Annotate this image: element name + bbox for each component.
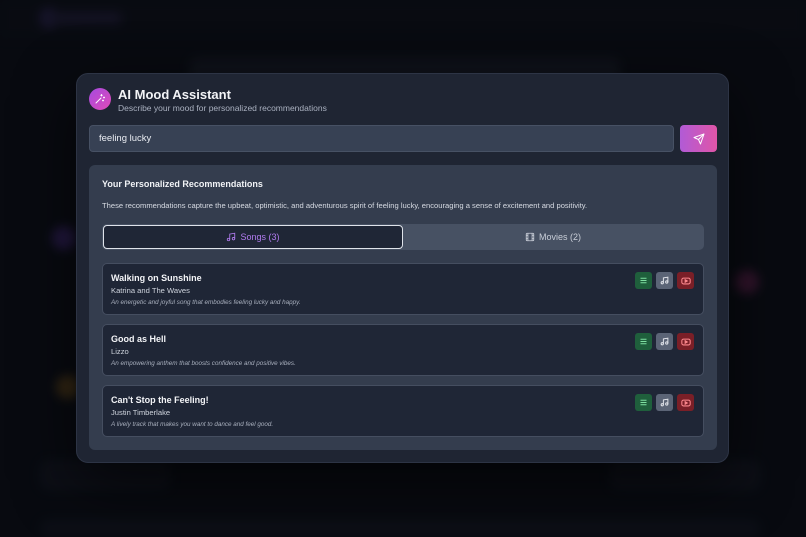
- modal-subtitle: Describe your mood for personalized reco…: [118, 103, 327, 113]
- list-icon: [640, 399, 647, 406]
- song-description: An energetic and joyful song that embodi…: [111, 299, 301, 306]
- recommendations-panel: Your Personalized Recommendations These …: [89, 165, 717, 450]
- tab-movies[interactable]: Movies (2): [403, 225, 703, 249]
- play-music-button[interactable]: [656, 394, 673, 411]
- play-music-button[interactable]: [656, 272, 673, 289]
- music-note-icon: [660, 398, 669, 407]
- watch-video-button[interactable]: [677, 272, 694, 289]
- song-description: A lively track that makes you want to da…: [111, 421, 274, 428]
- add-to-list-button[interactable]: [635, 333, 652, 350]
- song-title: Good as Hell: [111, 334, 167, 344]
- film-icon: [525, 232, 535, 242]
- song-artist: Lizzo: [111, 347, 129, 356]
- youtube-icon: [680, 338, 691, 345]
- modal-title: AI Mood Assistant: [118, 87, 231, 102]
- song-title: Can't Stop the Feeling!: [111, 395, 209, 405]
- youtube-icon: [680, 399, 691, 406]
- tab-movies-label: Movies (2): [538, 232, 581, 242]
- list-icon: [640, 277, 647, 284]
- add-to-list-button[interactable]: [635, 394, 652, 411]
- send-button[interactable]: [680, 125, 717, 152]
- mood-input[interactable]: [89, 125, 674, 152]
- song-title: Walking on Sunshine: [111, 273, 202, 283]
- song-card[interactable]: Walking on Sunshine Katrina and The Wave…: [102, 263, 704, 315]
- youtube-icon: [680, 277, 691, 284]
- recommendations-description: These recommendations capture the upbeat…: [102, 201, 588, 210]
- song-card[interactable]: Good as Hell Lizzo An empowering anthem …: [102, 324, 704, 376]
- watch-video-button[interactable]: [677, 394, 694, 411]
- song-card[interactable]: Can't Stop the Feeling! Justin Timberlak…: [102, 385, 704, 437]
- song-artist: Katrina and The Waves: [111, 286, 190, 295]
- magic-wand-icon: [89, 88, 111, 110]
- watch-video-button[interactable]: [677, 333, 694, 350]
- song-artist: Justin Timberlake: [111, 408, 171, 417]
- song-description: An empowering anthem that boosts confide…: [111, 360, 296, 367]
- play-music-button[interactable]: [656, 333, 673, 350]
- music-note-icon: [227, 232, 236, 242]
- music-note-icon: [660, 337, 669, 346]
- tab-songs[interactable]: Songs (3): [103, 225, 403, 249]
- send-icon: [693, 133, 704, 144]
- recommendation-tabs: Songs (3) Movies (2): [102, 224, 704, 250]
- music-note-icon: [660, 276, 669, 285]
- add-to-list-button[interactable]: [635, 272, 652, 289]
- mood-assistant-modal: AI Mood Assistant Describe your mood for…: [76, 73, 729, 463]
- recommendations-title: Your Personalized Recommendations: [102, 179, 263, 189]
- list-icon: [640, 338, 647, 345]
- tab-songs-label: Songs (3): [240, 232, 280, 242]
